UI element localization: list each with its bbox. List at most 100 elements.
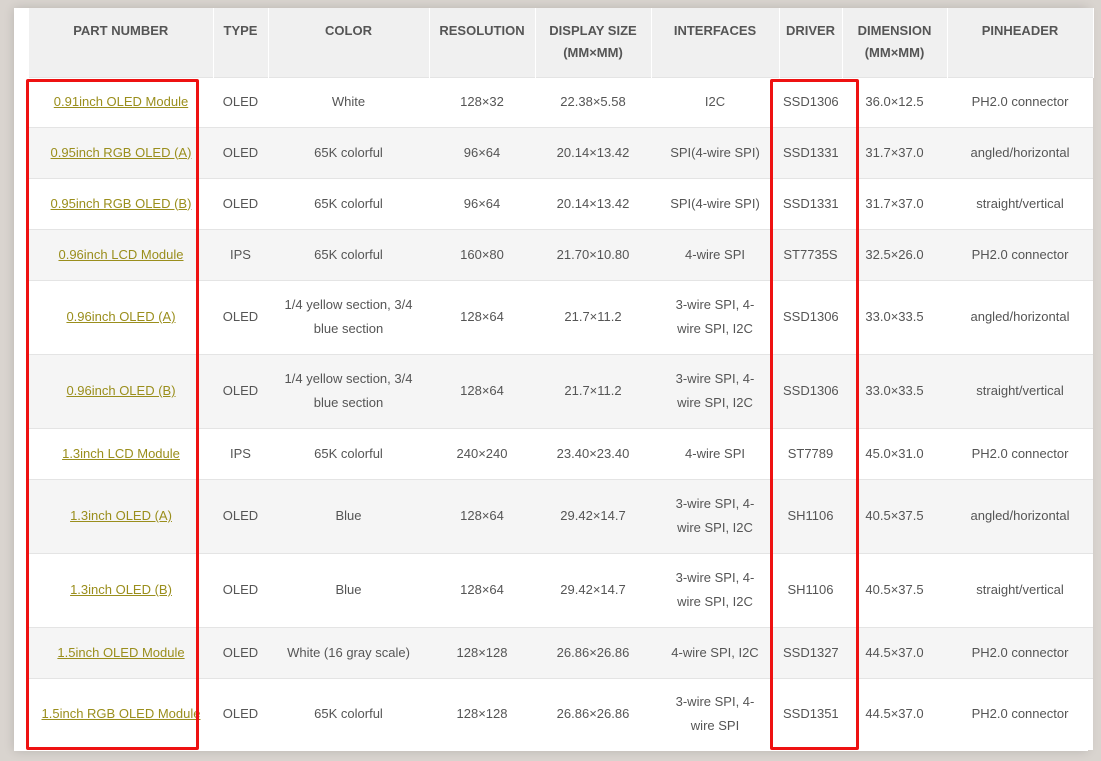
- cell-pinheader: angled/horizontal: [947, 126, 1093, 178]
- cell-resolution: 160×80: [429, 228, 535, 280]
- cell-display-size: 21.7×11.2: [535, 279, 651, 354]
- table-header-row: PART NUMBER TYPE COLOR RESOLUTION DISPLA…: [29, 8, 1094, 77]
- cell-driver: SSD1306: [779, 353, 842, 428]
- header-interfaces: INTERFACES: [651, 8, 780, 77]
- cell-type: OLED: [213, 76, 268, 127]
- table-row: 0.96inch OLED (B) OLED 1/4 yellow section,…: [29, 353, 1093, 428]
- cell-resolution: 128×64: [429, 353, 535, 428]
- cell-driver: ST7789: [779, 427, 842, 479]
- part-number-link[interactable]: 0.95inch RGB OLED (A): [51, 145, 192, 160]
- cell-driver: SSD1306: [779, 76, 842, 127]
- cell-type: OLED: [213, 177, 268, 229]
- cell-part: 1.3inch OLED (B): [29, 552, 213, 627]
- cell-color: White (16 gray scale): [268, 626, 429, 678]
- part-number-link[interactable]: 0.91inch OLED Module: [54, 94, 188, 109]
- cell-interfaces: I2C: [651, 76, 779, 127]
- part-number-link[interactable]: 1.3inch OLED (A): [70, 508, 172, 523]
- table-row: 0.91inch OLED Module OLED White 128×32 22.38…: [29, 76, 1093, 127]
- cell-dimension: 31.7×37.0: [842, 126, 947, 178]
- cell-part: 0.96inch LCD Module: [29, 228, 213, 280]
- cell-color: 65K colorful: [268, 677, 429, 750]
- cell-pinheader: angled/horizontal: [947, 279, 1093, 354]
- cell-text-line: 1/4 yellow section, 3/4: [284, 371, 413, 386]
- header-dimension: DIMENSION (MM×MM): [842, 8, 948, 77]
- cell-color: White: [268, 76, 429, 127]
- cell-text-line: wire SPI, I2C: [677, 321, 753, 336]
- cell-text-line: Blue: [335, 508, 362, 523]
- cell-interfaces: 3-wire SPI, 4- wire SPI, I2C: [651, 478, 779, 553]
- table-card: PART NUMBER TYPE COLOR RESOLUTION DISPLA…: [14, 8, 1094, 751]
- cell-resolution: 96×64: [429, 126, 535, 178]
- cell-interfaces: 3-wire SPI, 4- wire SPI, I2C: [651, 279, 779, 354]
- table-row: 0.95inch RGB OLED (B) OLED 65K colorful 96×…: [29, 177, 1093, 229]
- cell-display-size: 20.14×13.42: [535, 126, 651, 178]
- cell-color: 65K colorful: [268, 177, 429, 229]
- cell-text-line: 4-wire SPI, I2C: [671, 644, 759, 660]
- cell-text-line: 3-wire SPI, 4-: [675, 570, 755, 585]
- header-part-number: PART NUMBER: [29, 8, 214, 77]
- cell-display-size: 21.70×10.80: [535, 228, 651, 280]
- cell-resolution: 128×64: [429, 279, 535, 354]
- cell-text-line: White (16 gray scale): [287, 644, 410, 660]
- cell-interfaces: 3-wire SPI, 4- wire SPI, I2C: [651, 353, 779, 428]
- cell-text-line: I2C: [704, 94, 726, 109]
- cell-display-size: 29.42×14.7: [535, 478, 651, 553]
- cell-driver: SSD1327: [779, 626, 842, 678]
- cell-pinheader: straight/vertical: [947, 552, 1093, 627]
- part-number-link[interactable]: 1.3inch LCD Module: [62, 446, 180, 461]
- cell-text-line: wire SPI, I2C: [677, 594, 753, 609]
- cell-display-size: 20.14×13.42: [535, 177, 651, 229]
- cell-part: 1.3inch OLED (A): [29, 478, 213, 553]
- cell-text-line: 65K colorful: [314, 195, 383, 211]
- cell-part: 0.91inch OLED Module: [29, 76, 213, 127]
- cell-driver: SSD1331: [779, 177, 842, 229]
- header-display-size: DISPLAY SIZE (MM×MM): [535, 8, 652, 77]
- cell-dimension: 40.5×37.5: [842, 478, 947, 553]
- cell-pinheader: PH2.0 connector: [947, 677, 1093, 750]
- part-number-link[interactable]: 0.96inch LCD Module: [58, 247, 183, 262]
- cell-resolution: 128×128: [429, 677, 535, 750]
- cell-dimension: 32.5×26.0: [842, 228, 947, 280]
- cell-interfaces: 3-wire SPI, 4- wire SPI: [651, 677, 779, 750]
- cell-part: 1.5inch OLED Module: [29, 626, 213, 678]
- cell-driver: SSD1351: [779, 677, 842, 750]
- cell-display-size: 26.86×26.86: [535, 626, 651, 678]
- cell-color: Blue: [268, 478, 429, 553]
- part-number-link[interactable]: 1.5inch OLED Module: [57, 645, 184, 660]
- cell-driver: ST7735S: [779, 228, 842, 280]
- cell-part: 0.95inch RGB OLED (A): [29, 126, 213, 178]
- cell-part: 1.5inch RGB OLED Module: [29, 677, 213, 750]
- cell-text-line: 4-wire SPI: [685, 445, 745, 461]
- cell-pinheader: angled/horizontal: [947, 478, 1093, 553]
- part-number-link[interactable]: 1.5inch RGB OLED Module: [42, 706, 201, 721]
- cell-interfaces: SPI(4-wire SPI): [651, 126, 779, 178]
- cell-part: 0.96inch OLED (B): [29, 353, 213, 428]
- table-row: 1.3inch OLED (A) OLED Blue 128×64 29.42×14.7…: [29, 478, 1093, 553]
- cell-part: 1.3inch LCD Module: [29, 427, 213, 479]
- part-number-link[interactable]: 0.96inch OLED (B): [66, 383, 175, 398]
- cell-dimension: 36.0×12.5: [842, 76, 947, 127]
- cell-driver: SSD1331: [779, 126, 842, 178]
- header-type: TYPE: [213, 8, 269, 77]
- cell-text-line: 3-wire SPI, 4-: [675, 496, 755, 511]
- cell-type: OLED: [213, 677, 268, 750]
- cell-resolution: 128×32: [429, 76, 535, 127]
- cell-resolution: 128×128: [429, 626, 535, 678]
- cell-color: Blue: [268, 552, 429, 627]
- oled-module-table: PART NUMBER TYPE COLOR RESOLUTION DISPLA…: [29, 8, 1094, 750]
- cell-dimension: 40.5×37.5: [842, 552, 947, 627]
- part-number-link[interactable]: 0.96inch OLED (A): [66, 309, 175, 324]
- cell-type: OLED: [213, 626, 268, 678]
- header-pinheader: PINHEADER: [947, 8, 1094, 77]
- part-number-link[interactable]: 1.3inch OLED (B): [70, 582, 172, 597]
- table-row: 0.96inch OLED (A) OLED 1/4 yellow section,…: [29, 279, 1093, 354]
- cell-display-size: 21.7×11.2: [535, 353, 651, 428]
- part-number-link[interactable]: 0.95inch RGB OLED (B): [51, 196, 192, 211]
- cell-text-line: wire SPI: [690, 718, 740, 734]
- cell-pinheader: PH2.0 connector: [947, 427, 1093, 479]
- cell-type: OLED: [213, 478, 268, 553]
- cell-display-size: 23.40×23.40: [535, 427, 651, 479]
- cell-driver: SH1106: [779, 552, 842, 627]
- cell-type: OLED: [213, 126, 268, 178]
- cell-color: 65K colorful: [268, 228, 429, 280]
